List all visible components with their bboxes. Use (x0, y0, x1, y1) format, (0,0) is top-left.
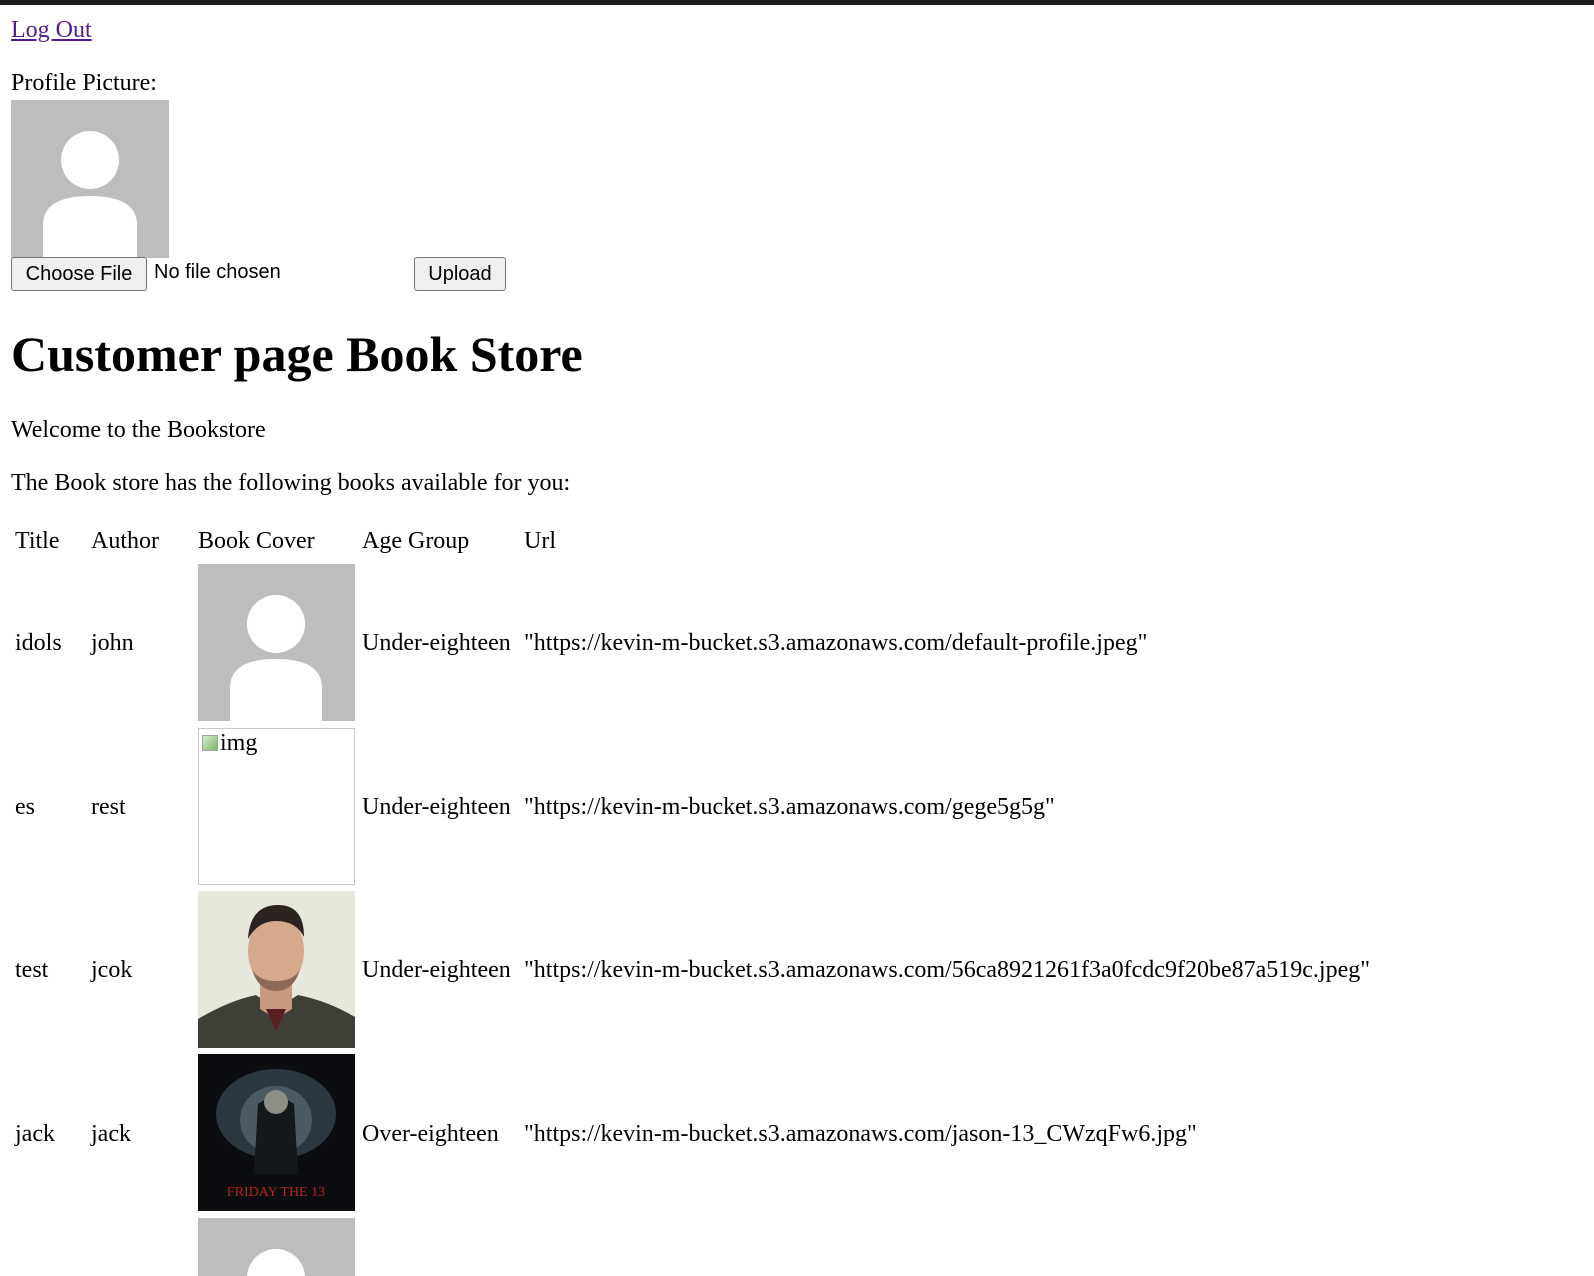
row-3-cover-image (198, 891, 355, 1048)
header-url: Url (524, 528, 556, 554)
row-2-title: es (15, 794, 35, 820)
header-book-cover: Book Cover (198, 528, 315, 554)
row-5-cover-image (198, 1218, 355, 1276)
header-author: Author (91, 528, 159, 554)
row-1-author: john (91, 630, 134, 656)
row-3-author: jcok (91, 957, 133, 983)
row-4-author: jack (91, 1121, 131, 1147)
header-title: Title (15, 528, 60, 554)
row-4-cover-image: FRIDAY THE 13 (198, 1054, 355, 1211)
row-1-age-group: Under-eighteen (362, 630, 511, 656)
broken-image-icon (202, 735, 218, 751)
row-4-age-group: Over-eighteen (362, 1121, 499, 1147)
cover-alt-text: img (220, 730, 258, 756)
row-2-author: rest (91, 794, 126, 820)
row-1-cover-image (198, 564, 355, 721)
row-3-title: test (15, 957, 49, 983)
row-4-title: jack (15, 1121, 55, 1147)
row-2-age-group: Under-eighteen (362, 794, 511, 820)
row-1-url: "https://kevin-m-bucket.s3.amazonaws.com… (524, 630, 1148, 656)
row-2-url: "https://kevin-m-bucket.s3.amazonaws.com… (524, 794, 1055, 820)
row-4-url: "https://kevin-m-bucket.s3.amazonaws.com… (524, 1121, 1197, 1147)
row-1-title: idols (15, 630, 62, 656)
row-3-age-group: Under-eighteen (362, 957, 511, 983)
header-age-group: Age Group (362, 528, 470, 554)
row-2-cover-image: img (198, 728, 355, 885)
row-3-url: "https://kevin-m-bucket.s3.amazonaws.com… (524, 957, 1371, 983)
books-table: Title Author Book Cover Age Group Url id… (0, 0, 1594, 1276)
poster-title: FRIDAY THE 13 (227, 1185, 325, 1200)
